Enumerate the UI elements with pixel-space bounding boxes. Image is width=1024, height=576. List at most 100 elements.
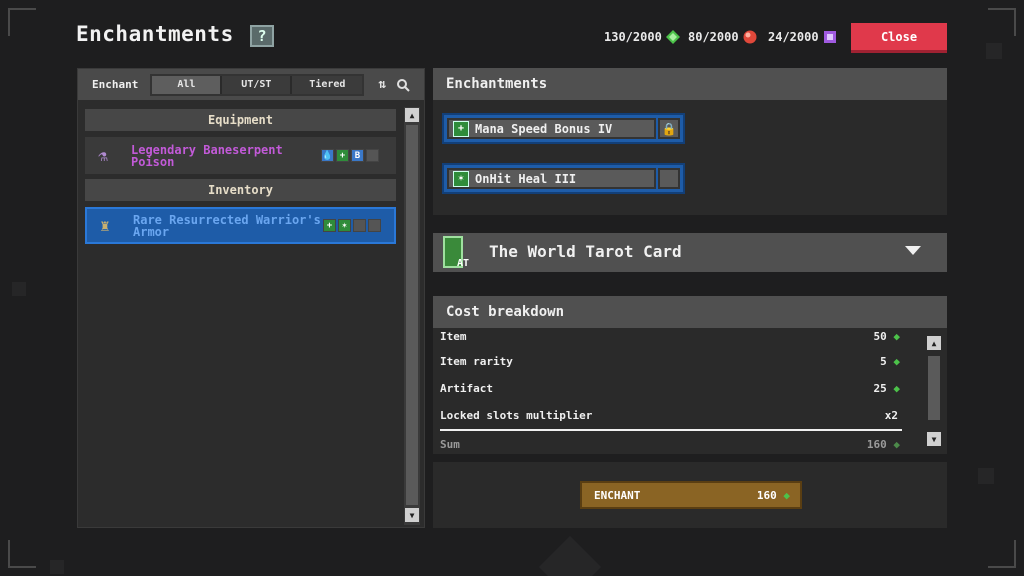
cost-row: Artifact 25 ◆ bbox=[440, 382, 900, 395]
corner-ornament bbox=[8, 8, 36, 36]
armor-item-icon: ♜ bbox=[100, 216, 110, 235]
cost-value: 5 bbox=[880, 355, 887, 368]
mana-drop-icon: 💧 bbox=[321, 149, 334, 162]
cost-row-sum: Sum 160 ◆ bbox=[440, 438, 900, 451]
cost-value-wrap: 160 ◆ bbox=[867, 438, 900, 451]
resource-green-value: 130/2000 bbox=[604, 30, 662, 44]
green-gem-icon: ◆ bbox=[893, 355, 900, 368]
help-icon[interactable]: ? bbox=[250, 25, 274, 47]
corner-ornament bbox=[8, 540, 36, 568]
scroll-thumb[interactable] bbox=[406, 125, 418, 505]
plus-enchant-icon: + bbox=[323, 219, 336, 232]
red-gem-icon bbox=[743, 30, 757, 44]
cost-breakdown-header: Cost breakdown bbox=[433, 296, 947, 328]
resource-purple-value: 24/2000 bbox=[768, 30, 819, 44]
section-inventory: Inventory bbox=[85, 179, 396, 201]
list-item[interactable]: ⚗ Legendary Baneserpent Poison 💧 + B bbox=[85, 137, 396, 174]
unlock-toggle[interactable] bbox=[658, 168, 680, 189]
search-icon[interactable] bbox=[396, 78, 410, 92]
enchant-cost: 160 bbox=[756, 488, 777, 502]
green-gem-icon: ◆ bbox=[893, 330, 900, 343]
enchant-cost-wrap: 160 ◆ bbox=[757, 489, 790, 502]
sum-divider bbox=[440, 429, 902, 431]
tab-tiered[interactable]: Tiered bbox=[292, 75, 363, 94]
cost-value-wrap: 50 ◆ bbox=[874, 330, 901, 343]
chevron-down-icon[interactable] bbox=[905, 246, 921, 255]
bg-square bbox=[12, 282, 26, 296]
star-enchant-icon: ✶ bbox=[453, 170, 469, 187]
tab-all[interactable]: All bbox=[152, 75, 223, 94]
cost-value: 160 bbox=[866, 438, 887, 451]
artifact-badge: AT bbox=[457, 258, 470, 269]
green-gem-icon bbox=[665, 30, 680, 44]
enchant-slots: 💧 + B bbox=[321, 149, 379, 162]
resource-purple: 24/2000 bbox=[768, 30, 837, 44]
cost-value-wrap: 5 ◆ bbox=[880, 355, 900, 368]
cost-label: Artifact bbox=[440, 382, 493, 395]
enchantment-name: Mana Speed Bonus IV bbox=[475, 121, 613, 136]
cost-value: x2 bbox=[884, 409, 898, 422]
corner-ornament bbox=[988, 8, 1016, 36]
enchantment-field: + Mana Speed Bonus IV bbox=[447, 118, 656, 139]
lock-icon[interactable]: 🔒 bbox=[658, 118, 680, 139]
enchant-button[interactable]: ENCHANT 160 ◆ bbox=[580, 481, 802, 509]
green-gem-icon: ◆ bbox=[893, 438, 900, 451]
stat-enchant-icon: B bbox=[351, 149, 364, 162]
star-enchant-icon: ✶ bbox=[338, 219, 351, 232]
cost-row: Item 50 ◆ bbox=[440, 330, 900, 343]
artifact-name: The World Tarot Card bbox=[489, 242, 682, 261]
scroll-up-button[interactable]: ▲ bbox=[927, 336, 941, 350]
enchantment-name: OnHit Heal III bbox=[475, 171, 577, 186]
filter-bar: Enchant All UT/ST Tiered ⇅ bbox=[78, 69, 424, 100]
enchantment-slot[interactable]: + Mana Speed Bonus IV 🔒 bbox=[442, 113, 685, 144]
filter-label: Enchant bbox=[92, 78, 139, 91]
plus-enchant-icon: + bbox=[336, 149, 349, 162]
enchantment-field: ✶ OnHit Heal III bbox=[447, 168, 656, 189]
tab-ut-st[interactable]: UT/ST bbox=[222, 75, 293, 94]
cost-value: 50 bbox=[873, 330, 887, 343]
resource-red-value: 80/2000 bbox=[688, 30, 739, 44]
green-gem-icon: ◆ bbox=[783, 488, 790, 502]
cost-value: 25 bbox=[873, 382, 887, 395]
item-name: Rare Resurrected Warrior's Armor bbox=[133, 212, 321, 239]
bg-square bbox=[986, 43, 1002, 59]
enchantments-panel: Enchantments + Mana Speed Bonus IV 🔒 ✶ O… bbox=[433, 68, 947, 215]
page-title: Enchantments bbox=[76, 22, 234, 46]
resource-green: 130/2000 bbox=[604, 30, 680, 44]
bg-square bbox=[978, 468, 994, 484]
enchant-label: ENCHANT bbox=[594, 488, 641, 502]
filter-tabs: All UT/ST Tiered bbox=[150, 73, 365, 96]
enchant-slots: + ✶ bbox=[323, 219, 381, 232]
enchantments-header: Enchantments bbox=[433, 68, 947, 100]
artifact-selector[interactable]: AT The World Tarot Card bbox=[433, 233, 947, 272]
item-name: Legendary Baneserpent Poison bbox=[131, 142, 283, 169]
list-item-selected[interactable]: ♜ Rare Resurrected Warrior's Armor + ✶ bbox=[85, 207, 396, 244]
bg-square bbox=[50, 560, 64, 574]
poison-item-icon: ⚗ bbox=[98, 146, 108, 165]
cost-breakdown-panel: Cost breakdown Item 50 ◆ Item rarity 5 ◆… bbox=[433, 296, 947, 454]
scroll-down-button[interactable]: ▼ bbox=[405, 508, 419, 522]
cost-label: Sum bbox=[440, 438, 460, 451]
enchantment-slot[interactable]: ✶ OnHit Heal III bbox=[442, 163, 685, 194]
cost-value-wrap: 25 ◆ bbox=[874, 382, 901, 395]
cost-row: Item rarity 5 ◆ bbox=[440, 355, 900, 368]
close-button[interactable]: Close bbox=[851, 23, 947, 53]
empty-slot bbox=[366, 149, 379, 162]
empty-slot bbox=[353, 219, 366, 232]
scroll-up-button[interactable]: ▲ bbox=[405, 108, 419, 122]
section-equipment: Equipment bbox=[85, 109, 396, 131]
purple-gem-icon bbox=[823, 31, 836, 43]
resource-red: 80/2000 bbox=[688, 30, 757, 44]
corner-ornament bbox=[988, 540, 1016, 568]
plus-enchant-icon: + bbox=[453, 120, 469, 137]
sort-icon[interactable]: ⇅ bbox=[378, 77, 386, 92]
item-list-panel: Enchant All UT/ST Tiered ⇅ Equipment ⚗ L… bbox=[77, 68, 425, 528]
bg-diamond bbox=[538, 535, 602, 576]
green-gem-icon: ◆ bbox=[893, 382, 900, 395]
scroll-thumb[interactable] bbox=[928, 356, 940, 420]
cost-label: Locked slots multiplier bbox=[440, 409, 593, 422]
cost-label: Item bbox=[440, 330, 467, 343]
empty-slot bbox=[368, 219, 381, 232]
cost-row: Locked slots multiplier x2 bbox=[440, 409, 898, 422]
scroll-down-button[interactable]: ▼ bbox=[927, 432, 941, 446]
